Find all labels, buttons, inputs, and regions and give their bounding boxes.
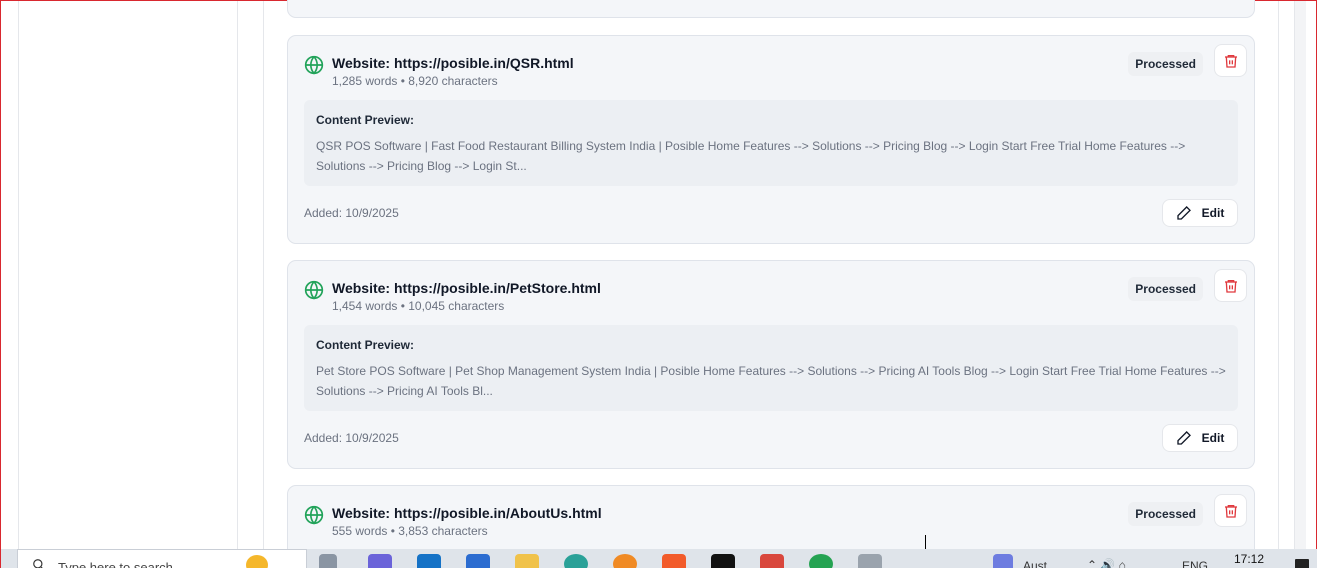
brave-icon[interactable]: [662, 554, 686, 568]
preview-text: QSR POS Software | Fast Food Restaurant …: [316, 139, 1186, 173]
delete-button[interactable]: [1214, 494, 1247, 527]
trash-icon: [1224, 54, 1237, 68]
language-indicator[interactable]: ENG: [1182, 559, 1208, 568]
added-date: Added: 10/9/2025: [304, 431, 399, 445]
outlook-icon[interactable]: [417, 554, 441, 568]
task-view-icon[interactable]: [319, 554, 337, 568]
preview-label: Content Preview:: [316, 338, 415, 352]
search-placeholder: Type here to search: [58, 560, 173, 568]
clock-time[interactable]: 17:12: [1234, 552, 1264, 566]
card-title: Website: https://posible.in/PetStore.htm…: [332, 280, 601, 296]
status-badge: Processed: [1128, 52, 1203, 76]
scrollbar[interactable]: [1294, 1, 1306, 549]
weather-icon[interactable]: [993, 554, 1013, 568]
preview-text: Pet Store POS Software | Pet Shop Manage…: [316, 364, 1226, 398]
delete-button[interactable]: [1214, 44, 1247, 77]
content-card: Website: https://posible.in/QSR.html 1,2…: [287, 35, 1255, 244]
trash-icon: [1224, 504, 1237, 518]
card-title: Website: https://posible.in/AboutUs.html: [332, 505, 602, 521]
delete-button[interactable]: [1214, 269, 1247, 302]
globe-icon: [304, 505, 324, 525]
card-title: Website: https://posible.in/QSR.html: [332, 55, 574, 71]
app-icon[interactable]: [711, 554, 735, 568]
search-icon: [33, 559, 43, 568]
trash-icon: [1224, 279, 1237, 293]
card-meta: 1,454 words • 10,045 characters: [332, 299, 505, 313]
content-card: Website: https://posible.in/PetStore.htm…: [287, 260, 1255, 469]
file-explorer-icon[interactable]: [515, 554, 539, 568]
edit-button[interactable]: Edit: [1162, 424, 1238, 452]
edit-label: Edit: [1201, 206, 1225, 220]
weather-text[interactable]: Aust: [1023, 559, 1047, 568]
globe-icon: [304, 55, 324, 75]
added-date: Added: 10/9/2025: [304, 206, 399, 220]
text-cursor: [925, 535, 926, 549]
preview-label: Content Preview:: [316, 113, 415, 127]
globe-icon: [304, 280, 324, 300]
taskbar-search[interactable]: Type here to search: [17, 549, 307, 568]
card-meta: 555 words • 3,853 characters: [332, 524, 488, 538]
store-icon[interactable]: [466, 554, 490, 568]
firefox-icon[interactable]: [613, 554, 637, 568]
bing-highlight-icon[interactable]: [246, 555, 268, 568]
edit-button[interactable]: Edit: [1162, 199, 1238, 227]
card-header: Website: https://posible.in/PetStore.htm…: [304, 278, 601, 313]
edge-icon[interactable]: [564, 554, 588, 568]
notification-icon[interactable]: [1295, 559, 1309, 568]
content-preview: Content Preview: QSR POS Software | Fast…: [304, 100, 1238, 186]
card-header: Website: https://posible.in/AboutUs.html…: [304, 503, 602, 538]
copilot-icon[interactable]: [368, 554, 392, 568]
sidebar: [18, 1, 238, 549]
content-card-partial: [287, 0, 1255, 18]
card-meta: 1,285 words • 8,920 characters: [332, 74, 498, 88]
app-icon[interactable]: [760, 554, 784, 568]
taskbar: Type here to search Aust ⌃ 🔊 ⌂ ENG 17:12: [1, 549, 1317, 568]
card-header: Website: https://posible.in/QSR.html 1,2…: [304, 53, 574, 88]
app-icon[interactable]: [858, 554, 882, 568]
status-badge: Processed: [1128, 277, 1203, 301]
content-preview: Content Preview: Pet Store POS Software …: [304, 325, 1238, 411]
pencil-icon: [1176, 206, 1191, 220]
status-badge: Processed: [1128, 502, 1203, 526]
whatsapp-icon[interactable]: [809, 554, 833, 568]
pencil-icon: [1176, 431, 1191, 445]
edit-label: Edit: [1201, 431, 1225, 445]
tray-icons[interactable]: ⌃ 🔊 ⌂: [1087, 558, 1126, 568]
